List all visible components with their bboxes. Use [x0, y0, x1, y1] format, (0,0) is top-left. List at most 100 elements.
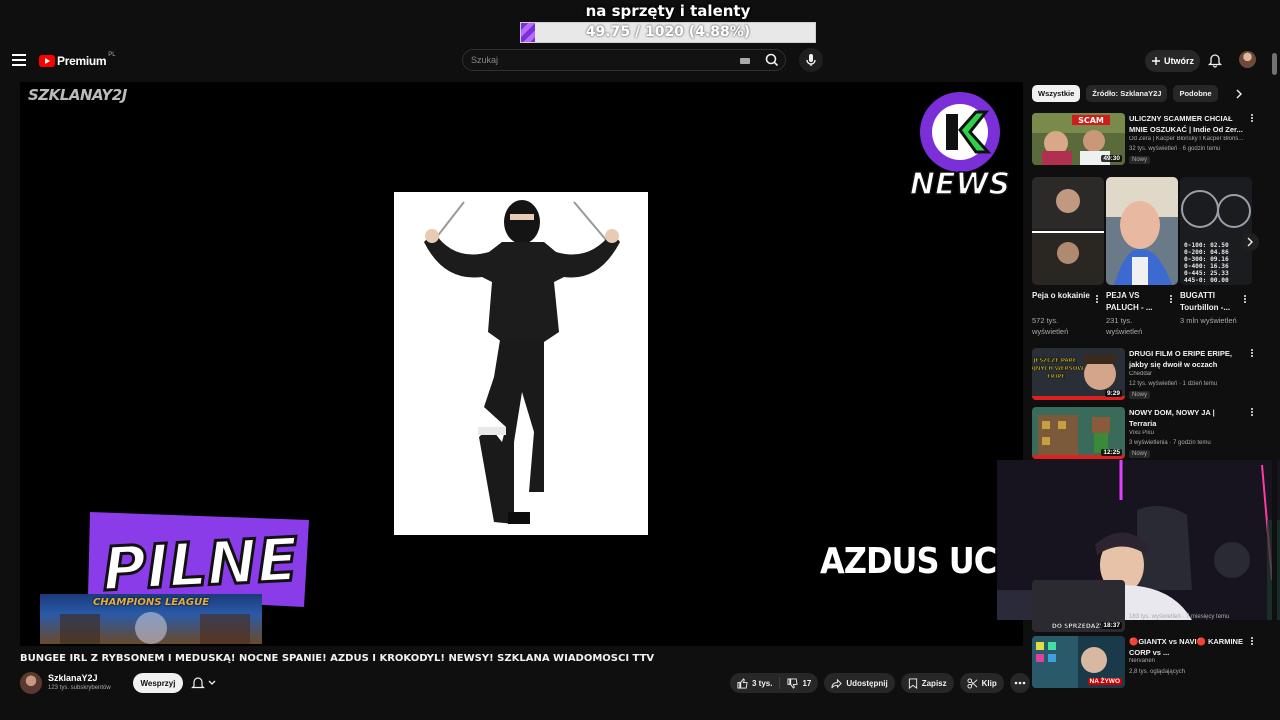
- short-views: 572 tys. wyświetleń: [1032, 316, 1069, 336]
- youtube-premium-logo[interactable]: Premium PL: [39, 52, 116, 70]
- short-thumbnail[interactable]: [1106, 177, 1178, 285]
- bugatti-readout-line: 445-0: 00.00: [1184, 277, 1229, 284]
- recommendation-thumbnail[interactable]: 12:25: [1032, 407, 1125, 459]
- hamburger-menu-icon[interactable]: [12, 54, 26, 68]
- short-menu-icon[interactable]: [1242, 294, 1248, 306]
- recommendation-thumbnail[interactable]: NA ŻYWO: [1032, 636, 1125, 688]
- recommendation-menu-icon[interactable]: [1248, 636, 1256, 648]
- recommendation-item[interactable]: JESZCZE PARĘ FAJNYCH WERSÓW ERIPE 9:29 D…: [1032, 348, 1258, 402]
- short-title[interactable]: PEJA VS PALUCH - ...: [1106, 290, 1166, 314]
- clip-label: Klip: [981, 678, 997, 688]
- bugatti-readout-line: 0-200: 04.86: [1184, 249, 1229, 256]
- recommendation-title[interactable]: 🔴GIANTX vs NAVI🔴 KARMINE CORP vs ...: [1129, 636, 1244, 658]
- short-title[interactable]: Peja o kokainie: [1032, 290, 1092, 302]
- like-count: 3 tys.: [752, 678, 773, 688]
- like-button[interactable]: 3 tys.: [730, 673, 779, 693]
- short-menu-icon[interactable]: [1094, 294, 1100, 306]
- save-label: Zapisz: [921, 678, 947, 688]
- short-views: 231 tys. wyświetleń: [1106, 316, 1143, 336]
- bugatti-readout-line: 0-100: 02.50: [1184, 242, 1229, 249]
- eripe-thumbnail-line: JESZCZE PARĘ: [1032, 358, 1076, 364]
- short-item[interactable]: 0-100: 02.50 0-200: 04.86 0-300: 09.16 0…: [1180, 177, 1252, 343]
- recommendation-title[interactable]: DRUGI FILM O ERIPE ERIPE, jakby się dwoi…: [1129, 348, 1244, 370]
- peja-thumbnail-art: [1032, 177, 1104, 285]
- channel-watermark: SZKLANAY2J: [28, 86, 127, 104]
- video-player[interactable]: SZKLANAY2J NEWS PILNE AZDUS UCIEK: [20, 82, 1023, 646]
- recommendation-channel[interactable]: Nervarien: [1129, 658, 1244, 664]
- support-button[interactable]: Wesprzyj: [133, 673, 183, 693]
- clip-button[interactable]: Klip: [959, 673, 1004, 693]
- donation-goal-overlay: na sprzęty i talenty 49.75 / 1020 (4.88%…: [520, 0, 816, 44]
- scrollbar-thumb[interactable]: [1272, 53, 1277, 75]
- search-input[interactable]: [471, 53, 731, 67]
- keyboard-icon[interactable]: [740, 58, 750, 64]
- recommendation-menu-icon[interactable]: [1248, 113, 1256, 125]
- recommendation-menu-icon[interactable]: [1248, 407, 1256, 419]
- more-horizontal-icon: [1014, 681, 1026, 685]
- news-ticker-text: AZDUS UCIEK: [820, 540, 1023, 582]
- more-actions-button[interactable]: [1009, 673, 1030, 693]
- subscription-notifications-button[interactable]: [190, 674, 224, 692]
- sale-thumbnail-text: DO SPRZEDAŻY: [1052, 623, 1105, 630]
- recommendation-item[interactable]: SCAM 49:30 ULICZNY SCAMMER CHCIAŁ MNIE O…: [1032, 113, 1258, 167]
- recommendation-item[interactable]: 12:25 NOWY DOM, NOWY JA | Terraria Vixu …: [1032, 407, 1258, 461]
- recommendation-thumbnail[interactable]: JESZCZE PARĘ FAJNYCH WERSÓW ERIPE 9:29: [1032, 348, 1125, 400]
- duration-badge: 18:37: [1101, 622, 1122, 629]
- recommendation-title[interactable]: ULICZNY SCAMMER CHCIAŁ MNIE OSZUKAĆ | In…: [1129, 113, 1244, 135]
- account-avatar[interactable]: [1239, 51, 1256, 68]
- news-logo: NEWS: [910, 92, 1010, 200]
- plus-icon: [1152, 57, 1160, 65]
- short-thumbnail[interactable]: 0-100: 02.50 0-200: 04.86 0-300: 09.16 0…: [1180, 177, 1252, 285]
- short-thumbnail[interactable]: [1032, 177, 1104, 285]
- page-scrollbar[interactable]: [1272, 47, 1277, 697]
- ninja-figure-illustration: [424, 200, 620, 524]
- create-button[interactable]: Utwórz: [1145, 50, 1200, 72]
- recommendation-item[interactable]: NA ŻYWO 🔴GIANTX vs NAVI🔴 KARMINE CORP vs…: [1032, 636, 1258, 690]
- share-button[interactable]: Udostępnij: [824, 673, 895, 693]
- recommendation-meta: 183 tys. wyświetleń · 7 miesięcy temu: [1129, 614, 1230, 620]
- short-menu-icon[interactable]: [1168, 294, 1174, 306]
- recommendation-channel[interactable]: Vixu Pixu: [1129, 430, 1244, 436]
- recommendation-channel[interactable]: Od Zera | Kacper Błonsky I Kacper Błons.…: [1129, 136, 1244, 142]
- thumbs-down-icon: [787, 677, 799, 689]
- news-logo-text: NEWS: [910, 167, 1010, 200]
- dislike-button[interactable]: 17: [780, 673, 818, 693]
- short-title[interactable]: BUGATTI Tourbillon -...: [1180, 290, 1240, 314]
- recommendation-menu-icon[interactable]: [1248, 348, 1256, 360]
- short-item[interactable]: Peja o kokainie 572 tys. wyświetleń: [1032, 177, 1104, 343]
- notifications-button[interactable]: [1206, 51, 1224, 69]
- recommendation-channel[interactable]: Cheddar: [1129, 371, 1244, 377]
- chip-all[interactable]: Wszystkie: [1032, 85, 1081, 102]
- shorts-next-button[interactable]: [1241, 233, 1259, 251]
- recommendation-thumbnail[interactable]: SCAM 49:30: [1032, 113, 1125, 165]
- channel-name[interactable]: SzklanaY2J: [48, 673, 98, 683]
- new-badge: Nowy: [1129, 450, 1151, 458]
- save-button[interactable]: Zapisz: [900, 673, 954, 693]
- video-actions: 3 tys. 17 Udostępnij Zapisz Klip: [730, 673, 1030, 695]
- recommendation-title[interactable]: NOWY DOM, NOWY JA | Terraria: [1129, 407, 1244, 429]
- like-dislike-group: 3 tys. 17: [730, 673, 819, 693]
- chip-related[interactable]: Podobne: [1173, 85, 1218, 102]
- chip-source[interactable]: Źródło: SzklanaY2J: [1086, 85, 1168, 102]
- eripe-thumbnail-line: FAJNYCH WERSÓW: [1032, 365, 1084, 372]
- top-header: Premium PL Utwórz: [0, 44, 1280, 80]
- recommendation-meta: 12 tys. wyświetleń · 1 dzień temu: [1129, 381, 1218, 387]
- recommendation-item[interactable]: DO SPRZEDAŻY 18:37 183 tys. wyświetleń ·…: [1032, 580, 1258, 632]
- duration-badge: 49:30: [1101, 155, 1122, 162]
- goal-title: na sprzęty i talenty: [585, 2, 751, 20]
- short-item[interactable]: PEJA VS PALUCH - ... 231 tys. wyświetleń: [1106, 177, 1178, 343]
- search-icon: [765, 53, 779, 67]
- channel-avatar[interactable]: [20, 672, 42, 694]
- bugatti-readout-line: 0-300: 09.16: [1184, 256, 1229, 263]
- svg-text:0-100: 02.50 0-200:: 0-100: 02.50 0-200: 04.86 0-300: 09.16 0…: [1184, 242, 1232, 284]
- recommendation-thumbnail[interactable]: DO SPRZEDAŻY 18:37: [1032, 580, 1125, 632]
- bugatti-thumbnail-art: 0-100: 02.50 0-200: 04.86 0-300: 09.16 0…: [1180, 177, 1252, 285]
- bookmark-icon: [908, 677, 917, 689]
- voice-search-button[interactable]: [799, 48, 823, 72]
- search-button[interactable]: [759, 50, 785, 70]
- logo-country-code: PL: [108, 52, 116, 58]
- short-views: 3 mln wyświetleń: [1180, 316, 1237, 325]
- chips-next-button[interactable]: [1232, 87, 1246, 101]
- thumbs-up-icon: [737, 677, 748, 689]
- bell-chevron-icon: [191, 677, 216, 689]
